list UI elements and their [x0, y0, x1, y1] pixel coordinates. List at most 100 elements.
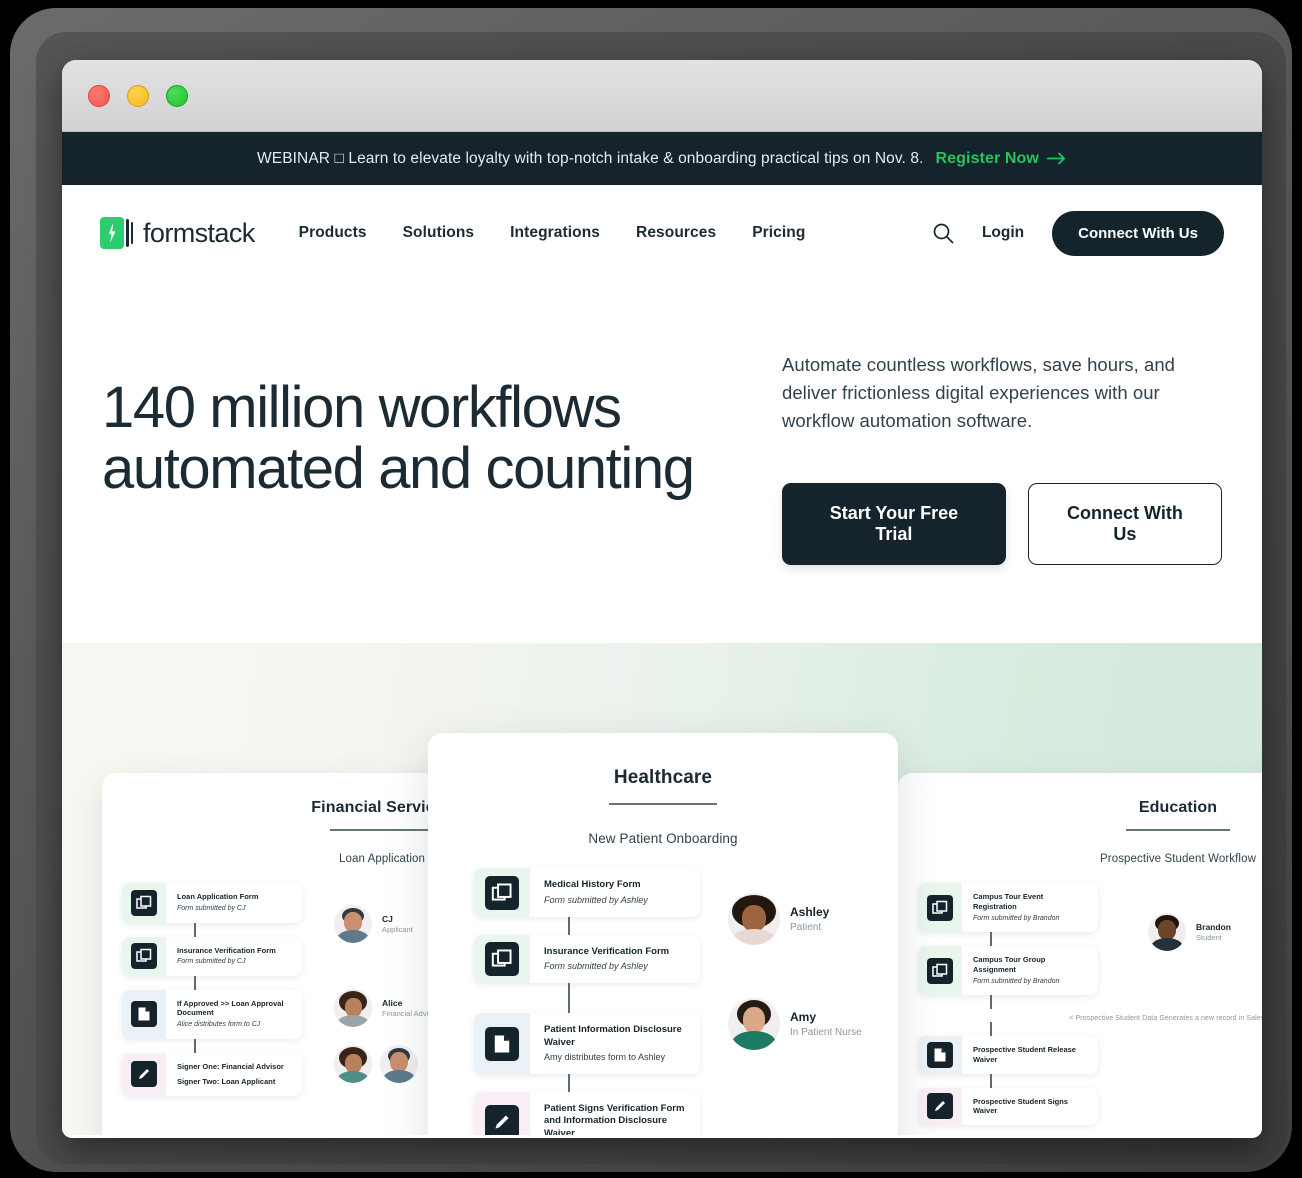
copy-form-icon — [927, 894, 953, 921]
card-title: Education — [1138, 799, 1218, 817]
card-subtitle: New Patient Onboarding — [588, 831, 738, 847]
step-title: Insurance Verification Form — [544, 945, 670, 957]
hero-title-line-1: 140 million workflows — [102, 375, 622, 440]
sign-pen-icon — [131, 1061, 157, 1088]
register-now-link[interactable]: Register Now — [936, 150, 1067, 168]
step-icon-cell — [918, 946, 962, 996]
main-navigation: formstack Products Solutions Integration… — [62, 185, 1262, 281]
nav-item-integrations[interactable]: Integrations — [510, 224, 600, 242]
flow-step[interactable]: Signer One: Financial Advisor Signer Two… — [122, 1052, 302, 1097]
step-body: Medical History Form Form submitted by A… — [530, 868, 700, 917]
list-item: Brandon Student — [1148, 913, 1231, 952]
flow-step[interactable]: Patient Information Disclosure Waiver Am… — [474, 1013, 700, 1075]
close-window-button[interactable] — [88, 84, 110, 107]
step-subtitle: Form submitted by Ashley — [544, 961, 648, 972]
step-title: Insurance Verification Form — [177, 945, 276, 955]
login-link[interactable]: Login — [982, 224, 1024, 242]
person-name: Amy — [790, 1010, 817, 1025]
flow-step[interactable]: Campus Tour Event Registration Form subm… — [918, 883, 1098, 933]
formstack-logo[interactable]: formstack — [100, 217, 255, 249]
step-body: Prospective Student Release Waiver — [962, 1036, 1098, 1074]
step-title: Medical History Form — [544, 879, 641, 891]
nav-item-pricing[interactable]: Pricing — [752, 224, 805, 242]
step-body: Campus Tour Group Assignment Form submit… — [962, 946, 1098, 996]
avatar — [728, 893, 780, 946]
flow-connector — [568, 1074, 570, 1093]
step-body: Insurance Verification Form Form submitt… — [166, 936, 302, 976]
card-divider — [609, 803, 717, 806]
step-icon-cell — [474, 1013, 530, 1075]
step-body: Signer One: Financial Advisor Signer Two… — [166, 1052, 302, 1097]
copy-form-icon — [485, 942, 519, 977]
avatar — [728, 998, 780, 1051]
step-icon-cell — [474, 1092, 530, 1136]
flow-step[interactable]: Insurance Verification Form Form submitt… — [122, 936, 302, 976]
card-divider — [330, 829, 434, 832]
step-icon-cell — [122, 1052, 166, 1097]
avatar — [334, 905, 372, 944]
avatar — [334, 989, 372, 1028]
person-list: Brandon Student — [1148, 913, 1231, 965]
step-subtitle: Form submitted by Brandon — [973, 977, 1060, 985]
connect-with-us-hero-button[interactable]: Connect With Us — [1027, 483, 1222, 566]
person-name: CJ — [382, 913, 393, 924]
flow-connector — [194, 922, 196, 937]
flow-connector — [990, 995, 992, 1010]
step-body: Campus Tour Event Registration Form subm… — [962, 883, 1098, 933]
nav-item-resources[interactable]: Resources — [636, 224, 716, 242]
person-role: Applicant — [382, 924, 413, 934]
hero-section: 140 million workflows automated and coun… — [62, 281, 1262, 644]
person-pair-list — [334, 1045, 418, 1084]
nav-item-products[interactable]: Products — [299, 224, 367, 242]
start-free-trial-button[interactable]: Start Your Free Trial — [782, 483, 1006, 566]
sign-pen-icon — [485, 1104, 519, 1136]
flow-step[interactable]: Medical History Form Form submitted by A… — [474, 868, 700, 917]
flow-connector — [568, 916, 570, 935]
step-body: Loan Application Form Form submitted by … — [166, 883, 302, 923]
search-icon[interactable] — [932, 222, 954, 244]
step-body: Patient Signs Verification Form and Info… — [530, 1092, 700, 1136]
copy-form-icon — [485, 875, 519, 910]
list-item: Ashley Patient — [728, 893, 830, 946]
step-title: Signer One: Financial Advisor — [177, 1061, 284, 1071]
step-icon-cell — [918, 1087, 962, 1126]
list-item: Amy In Patient Nurse — [728, 998, 862, 1051]
person-role: In Patient Nurse — [790, 1026, 862, 1038]
copy-form-icon — [131, 889, 157, 916]
arrow-right-icon — [1046, 152, 1066, 165]
step-icon-cell — [122, 883, 166, 923]
nav-links: Products Solutions Integrations Resource… — [299, 224, 806, 242]
step-title: Loan Application Form — [177, 892, 259, 902]
hero-title-line-2: automated and counting — [102, 436, 695, 502]
nav-item-solutions[interactable]: Solutions — [403, 224, 475, 242]
flow-connector — [194, 1038, 196, 1053]
card-subtitle: Prospective Student Workflow — [1100, 853, 1256, 866]
step-subtitle: Form submitted by CJ — [177, 958, 246, 966]
avatar — [334, 1045, 372, 1084]
flow-step[interactable]: Patient Signs Verification Form and Info… — [474, 1092, 700, 1136]
flow-step[interactable]: Prospective Student Release Waiver — [918, 1036, 1098, 1074]
workflow-card-education: Education Prospective Student Workflow C… — [898, 773, 1262, 1136]
copy-form-icon — [131, 943, 157, 970]
step-title: Prospective Student Signs Waiver — [973, 1096, 1069, 1116]
flow-step[interactable]: Insurance Verification Form Form submitt… — [474, 934, 700, 984]
flow-step[interactable]: Loan Application Form Form submitted by … — [122, 883, 302, 923]
card-divider — [1126, 829, 1230, 832]
step-title: Campus Tour Event Registration — [973, 892, 1044, 912]
salesforce-note: < Prospective Student Data Generates a n… — [1069, 1015, 1262, 1023]
maximize-window-button[interactable] — [166, 84, 188, 107]
connect-with-us-nav-button[interactable]: Connect With Us — [1052, 210, 1224, 256]
workflow-showcase: Financial Services Loan Application Loan… — [62, 643, 1262, 1136]
list-item: Alice Financial Advisor — [334, 989, 439, 1028]
flow-step[interactable]: Campus Tour Group Assignment Form submit… — [918, 946, 1098, 996]
flow-step[interactable]: Prospective Student Signs Waiver — [918, 1087, 1098, 1126]
nav-right-group: Login Connect With Us — [932, 210, 1224, 256]
document-icon — [927, 1041, 953, 1068]
person-name: Ashley — [790, 905, 830, 920]
step-body: If Approved >> Loan Approval Document Al… — [166, 989, 302, 1039]
minimize-window-button[interactable] — [127, 84, 149, 107]
flow-step[interactable]: If Approved >> Loan Approval Document Al… — [122, 989, 302, 1039]
browser-titlebar — [62, 60, 1262, 132]
document-icon — [485, 1026, 519, 1061]
flow-connector — [990, 1073, 992, 1088]
